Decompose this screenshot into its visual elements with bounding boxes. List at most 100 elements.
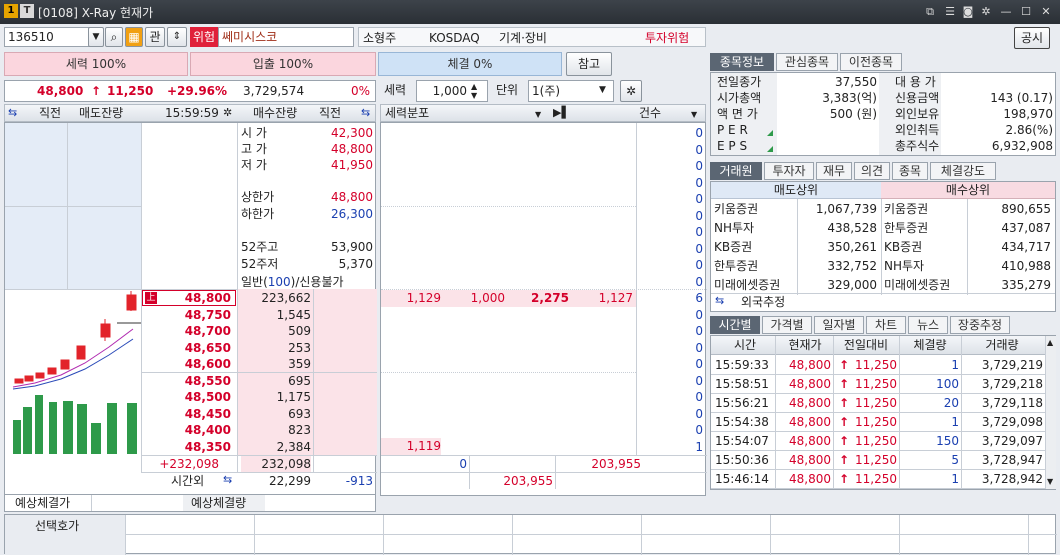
- force-value: 1,000: [432, 84, 467, 98]
- force-stepper[interactable]: 1,000 ▲ ▼: [416, 80, 488, 102]
- size-label: 소형주: [363, 31, 397, 45]
- info-value: 5,370: [338, 257, 373, 271]
- count-cell: 0: [695, 208, 703, 223]
- settings-gear-icon[interactable]: ✲: [620, 80, 642, 102]
- after-swap-icon[interactable]: ⇆: [223, 473, 232, 486]
- force-total-right: 203,955: [591, 457, 641, 471]
- count-cell: 6: [695, 291, 703, 305]
- tab-right_tabs2-5[interactable]: 체결강도: [930, 162, 996, 180]
- info-label: 시 가: [241, 126, 267, 140]
- spin-icon[interactable]: ⇕: [167, 27, 187, 47]
- tab-right_tabs2-2[interactable]: 재무: [816, 162, 852, 180]
- tab-right_tabs1-2[interactable]: 이전종목: [840, 53, 902, 71]
- stock-info-value2: 6,932,908: [991, 139, 1053, 153]
- book-gear-icon[interactable]: ✲: [223, 105, 232, 121]
- mini-candle-chart: [12, 291, 141, 454]
- volume-value: 3,729,574: [243, 84, 305, 98]
- bid-price: 48,750: [184, 307, 231, 322]
- tab-right_tabs3-5[interactable]: 장중추정: [950, 316, 1010, 334]
- broker-sell-name: NH투자: [714, 221, 755, 235]
- stock-info-label2: 외인보유: [895, 107, 940, 121]
- stock-code-input[interactable]: 136510: [4, 27, 90, 47]
- maximize-icon[interactable]: ☐: [1018, 4, 1034, 20]
- col-buy-remain: 매수잔량: [253, 106, 298, 120]
- after-hours-label: 시간외: [171, 474, 205, 488]
- tab-right_tabs3-3[interactable]: 차트: [866, 316, 906, 334]
- force-header: 세력분포 ▼ ▶▌ 건수 ▼: [380, 104, 706, 122]
- green-marker-icon: [767, 146, 773, 152]
- swap-right-icon[interactable]: ⇆: [361, 105, 370, 121]
- candles: [14, 291, 137, 384]
- current-price: 48,800: [37, 84, 84, 98]
- info-label: 52주저: [241, 257, 279, 271]
- grid-col: [383, 515, 384, 555]
- scroll-up-icon[interactable]: ▲: [1047, 338, 1053, 347]
- chevron-down-icon: ▼: [599, 85, 606, 95]
- tab-right_tabs3-1[interactable]: 가격별: [762, 316, 812, 334]
- tab-right_tabs3-2[interactable]: 일자별: [814, 316, 864, 334]
- credit-info: 일반(100)/신용불가: [241, 275, 344, 289]
- trade-time: 15:58:51: [715, 377, 769, 391]
- close-icon[interactable]: ✕: [1038, 4, 1054, 20]
- count-cell: 0: [695, 390, 703, 404]
- count-cell: 0: [695, 324, 703, 338]
- tab-right_tabs2-4[interactable]: 종목: [892, 162, 928, 180]
- grid-col: [254, 515, 255, 555]
- trade-row-line: [711, 469, 1045, 470]
- search-icon[interactable]: ⌕: [105, 27, 123, 47]
- gwan-button[interactable]: 관: [145, 27, 165, 47]
- tab-right_tabs2-3[interactable]: 의견: [854, 162, 890, 180]
- unit-select[interactable]: 1(주) ▼: [528, 80, 614, 102]
- foreign-swap-icon[interactable]: ⇆: [715, 294, 724, 307]
- stock-info-panel: 전일종가 37,550 대 용 가 시가총액 3,383(억) 신용금액 143 (0.17…: [710, 72, 1056, 156]
- stepper-arrows-icon[interactable]: ▲ ▼: [471, 82, 477, 100]
- up-arrow-icon: ↑: [91, 84, 102, 98]
- bid-price: 48,600: [184, 357, 231, 371]
- calendar-icon[interactable]: ▦: [125, 27, 143, 47]
- code-dropdown-button[interactable]: ▼: [88, 27, 104, 47]
- link-icon[interactable]: ⧉: [922, 4, 938, 20]
- tab-right_tabs1-1[interactable]: 관심종목: [776, 53, 838, 71]
- tab-right_tabs2-0[interactable]: 거래원: [710, 162, 762, 180]
- info-value: 53,900: [331, 240, 373, 254]
- tab-right_tabs2-1[interactable]: 투자자: [764, 162, 814, 180]
- info-value: 48,800: [331, 190, 373, 204]
- force-next-icon[interactable]: ▶▌: [553, 105, 570, 121]
- count-cell: 0: [695, 274, 703, 289]
- reference-button[interactable]: 참고: [566, 52, 612, 76]
- broker-buy-qty: 335,279: [1001, 278, 1051, 292]
- trade-row-line: [711, 393, 1045, 394]
- trade-volume: 3,729,097: [981, 434, 1043, 448]
- broker-sell-qty: 329,000: [827, 278, 877, 292]
- bid-qty: 1,545: [276, 307, 311, 322]
- stock-info-label2: 외인취득: [895, 123, 940, 137]
- minimize-icon[interactable]: —: [998, 4, 1014, 20]
- trade-scrollbar[interactable]: ▲ ▼: [1045, 336, 1056, 489]
- gongsi-button[interactable]: 공시: [1014, 27, 1050, 49]
- force-total-left: 0: [459, 457, 467, 471]
- trade-diff: 11,250: [855, 377, 897, 391]
- camera-icon[interactable]: ◙: [960, 4, 976, 20]
- scroll-down-icon[interactable]: ▼: [1047, 477, 1053, 486]
- col-prev-buy: 직전: [319, 106, 342, 120]
- trade-col-header: 전일대비: [843, 338, 889, 352]
- count-dropdown-icon[interactable]: ▼: [691, 107, 697, 123]
- force-row-bottom: 1,119: [381, 438, 441, 455]
- tab-right_tabs3-4[interactable]: 뉴스: [908, 316, 948, 334]
- change-amount: 11,250: [107, 84, 154, 98]
- sector-label: 기계·장비: [499, 31, 547, 45]
- force-dropdown-icon[interactable]: ▼: [535, 107, 541, 123]
- broker-panel: 매도상위 매수상위 키움증권 1,067,739 키움증권 890,655 NH투자 43…: [710, 181, 1056, 312]
- broker-buy-name: NH투자: [884, 259, 925, 273]
- gear-icon[interactable]: ✲: [978, 4, 994, 20]
- tab-right_tabs1-0[interactable]: 종목정보: [710, 53, 774, 71]
- bid-price: 48,550: [184, 373, 231, 388]
- trade-diff: 11,250: [855, 472, 897, 486]
- swap-icon[interactable]: ⇆: [8, 105, 17, 121]
- broker-buy-name: 한투증권: [884, 221, 929, 235]
- list-icon[interactable]: ☰: [942, 4, 958, 20]
- trade-row-line: [711, 450, 1045, 451]
- tab-right_tabs3-0[interactable]: 시간별: [710, 316, 760, 334]
- stock-info-label: 전일종가: [717, 75, 762, 89]
- info-value: 48,800: [331, 142, 373, 156]
